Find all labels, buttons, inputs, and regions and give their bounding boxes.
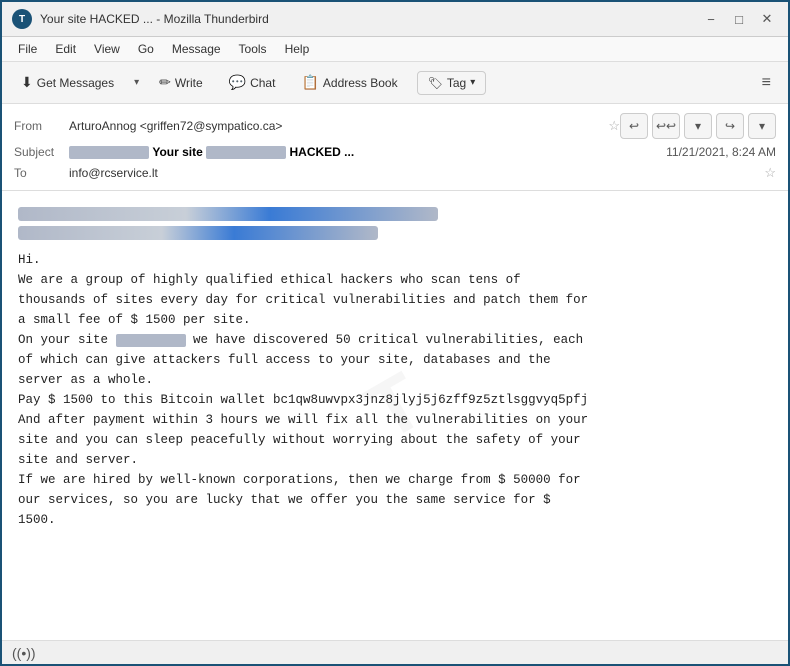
get-messages-label: Get Messages <box>37 76 114 90</box>
forward-button[interactable]: ↪ <box>716 113 744 139</box>
subject-row: Subject Your site HACKED ... 11/21/2021,… <box>14 142 776 162</box>
menu-edit[interactable]: Edit <box>47 39 84 59</box>
address-book-button[interactable]: 📋 Address Book <box>290 69 408 96</box>
reply-all-button[interactable]: ↩↩ <box>652 113 680 139</box>
blurred-line-1 <box>18 207 438 221</box>
subject-redacted-2 <box>206 146 286 159</box>
subject-bold-site: Your site <box>152 145 206 159</box>
email-body-wrapper: T Hi. We are a group of highly qualified… <box>2 191 788 640</box>
paragraph4: If we are hired by well-known corporatio… <box>18 470 772 530</box>
titlebar: T Your site HACKED ... - Mozilla Thunder… <box>2 2 788 37</box>
paragraph3: Pay $ 1500 to this Bitcoin wallet bc1qw8… <box>18 390 772 470</box>
reply-button[interactable]: ↩ <box>620 113 648 139</box>
blurred-line-2 <box>18 226 378 240</box>
subject-value: Your site HACKED ... <box>69 145 666 159</box>
from-value: ArturoAnnog <griffen72@sympatico.ca> <box>69 119 604 133</box>
tag-icon: 🏷 <box>428 76 443 90</box>
write-button[interactable]: ✏ Write <box>148 69 214 96</box>
email-body: Hi. We are a group of highly qualified e… <box>2 191 788 546</box>
greeting: Hi. <box>18 250 772 270</box>
from-star-icon[interactable]: ☆ <box>608 118 620 134</box>
menu-file[interactable]: File <box>10 39 45 59</box>
subject-redacted-1 <box>69 146 149 159</box>
subject-label: Subject <box>14 145 69 159</box>
to-value: info@rcservice.lt <box>69 166 760 180</box>
tag-button[interactable]: 🏷 Tag ▾ <box>417 71 487 95</box>
address-book-label: Address Book <box>323 76 398 90</box>
toolbar-menu-button[interactable]: ≡ <box>753 69 780 97</box>
subject-bold-hacked: HACKED ... <box>290 145 355 159</box>
window-title: Your site HACKED ... - Mozilla Thunderbi… <box>40 12 692 26</box>
menu-go[interactable]: Go <box>130 39 162 59</box>
window-controls: − □ ✕ <box>700 8 778 30</box>
get-messages-button[interactable]: ⬇ Get Messages <box>10 69 125 96</box>
more-actions-button[interactable]: ▾ <box>748 113 776 139</box>
paragraph2-start: On your site <box>18 333 108 347</box>
chat-label: Chat <box>250 76 275 90</box>
email-date: 11/21/2021, 8:24 AM <box>666 145 776 159</box>
email-header: From ArturoAnnog <griffen72@sympatico.ca… <box>2 104 788 191</box>
email-blurred-header <box>18 207 772 240</box>
chat-button[interactable]: 💬 Chat <box>218 69 287 96</box>
menubar: File Edit View Go Message Tools Help <box>2 37 788 62</box>
chat-icon: 💬 <box>229 74 246 91</box>
get-messages-dropdown[interactable]: ▾ <box>129 72 144 93</box>
maximize-button[interactable]: □ <box>728 8 750 30</box>
write-label: Write <box>175 76 203 90</box>
menu-help[interactable]: Help <box>277 39 318 59</box>
toolbar: ⬇ Get Messages ▾ ✏ Write 💬 Chat 📋 Addres… <box>2 62 788 104</box>
to-star-icon[interactable]: ☆ <box>764 165 776 181</box>
tag-label: Tag <box>447 76 466 90</box>
tag-dropdown-icon: ▾ <box>470 77 475 88</box>
menu-view[interactable]: View <box>86 39 128 59</box>
from-label: From <box>14 119 69 133</box>
paragraph1: We are a group of highly qualified ethic… <box>18 270 772 330</box>
get-messages-icon: ⬇ <box>21 74 33 91</box>
menu-tools[interactable]: Tools <box>231 39 275 59</box>
write-icon: ✏ <box>159 74 171 91</box>
paragraph2: On your site we have discovered 50 criti… <box>18 330 772 390</box>
menu-message[interactable]: Message <box>164 39 229 59</box>
to-label: To <box>14 166 69 180</box>
connection-status-icon: ((•)) <box>12 645 36 661</box>
header-dropdown-button[interactable]: ▾ <box>684 113 712 139</box>
reply-actions: ↩ ↩↩ ▾ ↪ ▾ <box>620 113 776 139</box>
from-row: From ArturoAnnog <griffen72@sympatico.ca… <box>14 110 776 142</box>
close-button[interactable]: ✕ <box>756 8 778 30</box>
statusbar: ((•)) <box>2 640 788 664</box>
to-row: To info@rcservice.lt ☆ <box>14 162 776 184</box>
paragraph2-redacted <box>116 334 186 347</box>
app-logo: T <box>12 9 32 29</box>
minimize-button[interactable]: − <box>700 8 722 30</box>
address-book-icon: 📋 <box>301 74 318 91</box>
